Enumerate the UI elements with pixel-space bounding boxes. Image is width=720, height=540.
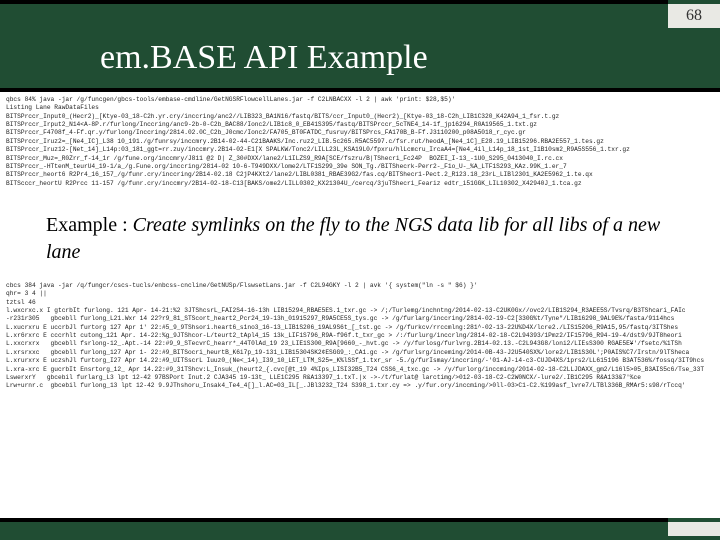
caption-text: Create symlinks on the fly to the NGS da…: [46, 214, 660, 263]
code-block-bottom: cbcs 384 java -jar /q/fungcr/cscs-tucls/…: [0, 280, 720, 518]
bottom-bar: [0, 518, 720, 540]
slide: 68 em.BASE API Example qbcs 84% java -ja…: [0, 0, 720, 540]
top-bar-accent: [0, 0, 668, 28]
top-bar: 68: [0, 0, 720, 28]
caption-prefix: Example :: [46, 214, 133, 236]
bottom-bar-accent: [668, 518, 720, 536]
code-block-top: qbcs 84% java -jar /g/funcgen/gbcs-tools…: [0, 92, 720, 194]
slide-title: em.BASE API Example: [100, 39, 428, 77]
slide-number: 68: [668, 0, 720, 28]
example-caption: Example : Create symlinks on the fly to …: [0, 194, 720, 280]
title-band: em.BASE API Example: [0, 28, 720, 92]
